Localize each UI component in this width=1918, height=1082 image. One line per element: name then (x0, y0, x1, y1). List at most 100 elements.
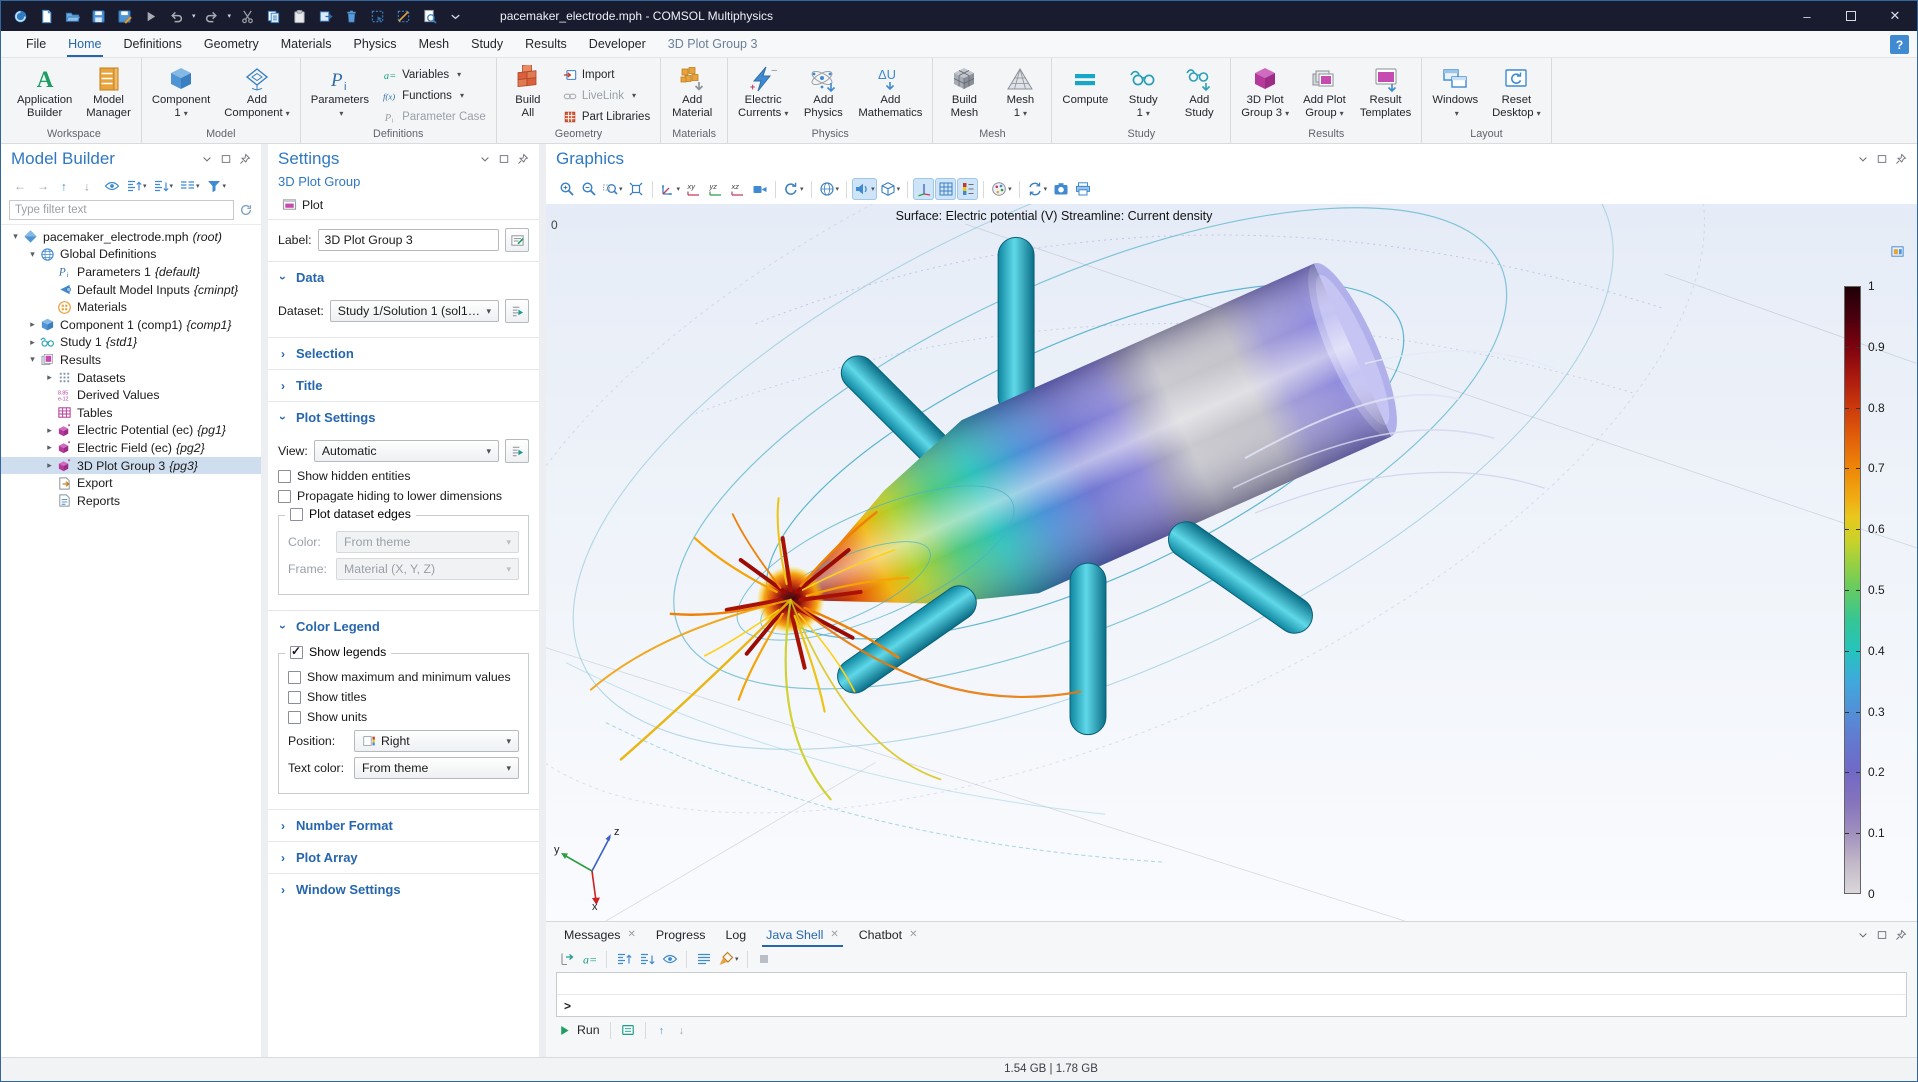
add-study-button[interactable]: AddStudy (1171, 60, 1227, 121)
show-eye-button[interactable] (101, 175, 122, 197)
tree-item-parameters-1[interactable]: PiParameters 1{default} (1, 263, 261, 281)
scene-globe-button[interactable]: ▾ (817, 178, 842, 200)
collapse-down-button[interactable]: ▾ (151, 175, 176, 197)
pin-button[interactable] (1895, 929, 1907, 941)
plot-canvas[interactable]: Surface: Electric potential (V) Streamli… (546, 204, 1917, 921)
legend-toggle-button[interactable] (957, 178, 978, 200)
speaker-button[interactable]: ▾ (852, 178, 877, 200)
dataset-select[interactable]: Study 1/Solution 1 (sol1) {dset1}▾ (330, 300, 499, 322)
movie-cam-button[interactable] (749, 178, 770, 200)
tree-item-3d-plot-group-3[interactable]: ▸*3D Plot Group 3{pg3} (1, 457, 261, 475)
plot-dataset-edges-checkbox[interactable]: Plot dataset edges (285, 507, 416, 521)
reset-desktop-button[interactable]: ResetDesktop▾ (1485, 60, 1547, 121)
overflow-chevron-button[interactable] (444, 5, 466, 27)
find-button[interactable] (418, 5, 440, 27)
functions-button[interactable]: f(x)Functions▾ (376, 85, 493, 106)
nav-down-button[interactable]: ↓ (78, 175, 99, 197)
menu-tab-study[interactable]: Study (460, 31, 514, 57)
tree-item-electric-field-ec[interactable]: ▸*Electric Field (ec){pg2} (1, 439, 261, 457)
collapse-up-button[interactable] (613, 948, 634, 970)
duplicate-button[interactable] (314, 5, 336, 27)
menu-tab-results[interactable]: Results (514, 31, 578, 57)
a-eq-button[interactable]: a= (579, 948, 600, 970)
plot-context-icon[interactable] (1890, 244, 1905, 259)
snapshot-button[interactable] (1050, 178, 1071, 200)
pin-button[interactable] (1895, 153, 1907, 165)
minimize-button[interactable]: – (1785, 1, 1829, 31)
view-select[interactable]: Automatic▾ (314, 440, 499, 462)
zoom-in-button[interactable] (556, 178, 577, 200)
bottom-tab-progress[interactable]: Progress (646, 922, 716, 947)
java-shell-input[interactable] (557, 973, 1906, 995)
tree-item-materials[interactable]: Materials (1, 298, 261, 316)
zoom-extents-button[interactable] (626, 178, 647, 200)
palette-button[interactable]: ▾ (989, 178, 1014, 200)
edit-label-button[interactable] (505, 228, 529, 252)
tree-caret-icon[interactable]: ▸ (43, 460, 56, 471)
tree-caret-icon[interactable]: ▾ (26, 249, 39, 260)
livelink-button[interactable]: LiveLink▾ (556, 85, 657, 106)
close-tab-icon[interactable]: ✕ (830, 929, 838, 940)
3d-plot-group-3-button[interactable]: 3D PlotGroup 3▾ (1234, 60, 1296, 121)
show-maxmin-checkbox[interactable]: Show maximum and minimum values (288, 670, 519, 684)
new-file-button[interactable] (35, 5, 57, 27)
nav-left-button[interactable]: ← (9, 175, 30, 197)
plot-button[interactable]: Plot (276, 195, 329, 214)
tree-item-export[interactable]: Export (1, 474, 261, 492)
view-xz-button[interactable]: xz (727, 178, 748, 200)
chev-dd-button[interactable] (1857, 929, 1869, 941)
tree-item-reports[interactable]: Reports (1, 492, 261, 510)
tree-caret-icon[interactable]: ▸ (43, 442, 56, 453)
triad-toggle-button[interactable] (913, 178, 934, 200)
chev-dd-button[interactable] (201, 153, 213, 165)
undo-button[interactable] (165, 5, 187, 27)
tree-caret-icon[interactable]: ▾ (9, 231, 22, 242)
tree-item-datasets[interactable]: ▸Datasets (1, 369, 261, 387)
go-to-source-button[interactable] (505, 439, 529, 463)
collapse-down-button[interactable] (636, 948, 657, 970)
section-selection[interactable]: ›Selection (268, 337, 539, 369)
tree-caret-icon[interactable]: ▸ (26, 319, 39, 330)
show-units-checkbox[interactable]: Show units (288, 710, 519, 724)
tree-caret-icon[interactable]: ▸ (26, 337, 39, 348)
windows-button[interactable]: Windows▾ (1425, 60, 1485, 121)
tree-item-global-definitions[interactable]: ▾Global Definitions (1, 246, 261, 264)
legend-position-select[interactable]: Right▾ (354, 730, 519, 752)
menu-tab-materials[interactable]: Materials (270, 31, 343, 57)
menu-tab-definitions[interactable]: Definitions (113, 31, 193, 57)
help-button[interactable]: ? (1890, 35, 1909, 54)
propagate-hiding-checkbox[interactable]: Propagate hiding to lower dimensions (278, 489, 529, 503)
show-hidden-entities-checkbox[interactable]: Show hidden entities (278, 469, 529, 483)
part-libraries-button[interactable]: Part Libraries (556, 106, 657, 127)
message-log-icon[interactable] (621, 1023, 635, 1037)
lines-blue-button[interactable] (693, 948, 714, 970)
variables-button[interactable]: a=Variables▾ (376, 64, 493, 85)
study-1-button[interactable]: Study1▾ (1115, 60, 1171, 121)
add-material-button[interactable]: AddMaterial (664, 60, 720, 121)
add-physics-button[interactable]: AddPhysics (795, 60, 851, 121)
tree-item-results[interactable]: ▾Results (1, 351, 261, 369)
tree-caret-icon[interactable]: ▸ (43, 425, 56, 436)
refresh-icon[interactable] (239, 203, 253, 217)
pin-button[interactable] (517, 153, 529, 165)
3d-scene[interactable] (546, 204, 1917, 921)
tree-item-tables[interactable]: Tables (1, 404, 261, 422)
go-view-button[interactable]: ▾ (658, 178, 683, 200)
model-manager-button[interactable]: ModelManager (79, 60, 138, 121)
box-3d-button[interactable]: ▾ (878, 178, 903, 200)
pin-button[interactable] (239, 153, 251, 165)
panel-divider[interactable] (539, 144, 546, 1057)
grid-toggle-button[interactable] (935, 178, 956, 200)
tree-item-pacemaker-electrode-mph[interactable]: ▾pacemaker_electrode.mph(root) (1, 228, 261, 246)
save-button[interactable] (87, 5, 109, 27)
section-data[interactable]: ›Data (268, 261, 539, 293)
print-button[interactable] (1072, 178, 1093, 200)
menu-tab-home[interactable]: Home (57, 31, 112, 57)
funnel-button[interactable]: ▾ (204, 175, 229, 197)
cut-button[interactable] (236, 5, 258, 27)
redo-button[interactable] (201, 5, 223, 27)
tree-caret-icon[interactable]: ▾ (26, 354, 39, 365)
sync-button[interactable]: ▾ (1025, 178, 1050, 200)
menu-tab-3d-plot-group-3[interactable]: 3D Plot Group 3 (657, 31, 769, 57)
bottom-tab-messages[interactable]: Messages✕ (554, 922, 646, 947)
